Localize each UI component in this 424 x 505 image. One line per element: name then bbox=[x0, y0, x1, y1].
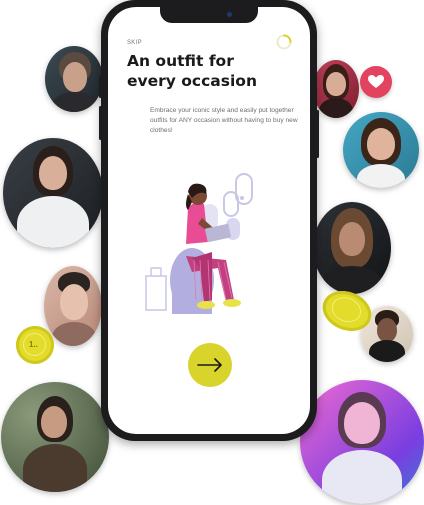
avatar-woman-blue-bg bbox=[343, 112, 419, 188]
phone-side-button bbox=[99, 76, 102, 98]
skip-button[interactable]: SKIP bbox=[127, 40, 142, 46]
avatar-man-long-hair bbox=[313, 202, 391, 294]
next-button[interactable] bbox=[188, 343, 232, 387]
coin-left-label: 1.. bbox=[29, 340, 38, 349]
avatar-woman-top-right bbox=[313, 60, 359, 118]
illustration-woman-laptop bbox=[145, 173, 253, 314]
phone-side-button bbox=[99, 106, 102, 140]
arrow-right-icon bbox=[197, 358, 222, 372]
avatar-man-top-left bbox=[45, 46, 103, 112]
coin-left: 1.. bbox=[16, 326, 54, 364]
phone-frame: SKIP An outfit for every occasion Embrac… bbox=[99, 0, 319, 441]
title-line-1: An outfit for bbox=[127, 52, 234, 70]
progress-ring-icon[interactable] bbox=[276, 34, 292, 50]
avatar-woman-jungle bbox=[1, 382, 109, 492]
phone-notch bbox=[160, 7, 258, 23]
promo-scene: 1.. SKIP An outfit for every occasion Em… bbox=[0, 0, 424, 505]
page-title: An outfit for every occasion bbox=[127, 51, 297, 91]
onboarding-screen: SKIP An outfit for every occasion Embrac… bbox=[108, 7, 310, 434]
phone-side-button bbox=[316, 110, 319, 158]
camera-icon bbox=[227, 12, 232, 17]
title-line-2: every occasion bbox=[127, 72, 257, 90]
avatar-woman-neon bbox=[300, 380, 424, 504]
avatar-young-man bbox=[44, 266, 102, 346]
onboarding-description: Embrace your iconic style and easily put… bbox=[150, 107, 298, 134]
heart-badge bbox=[360, 66, 392, 98]
avatar-woman-white-top bbox=[3, 138, 103, 248]
heart-icon bbox=[368, 75, 384, 88]
